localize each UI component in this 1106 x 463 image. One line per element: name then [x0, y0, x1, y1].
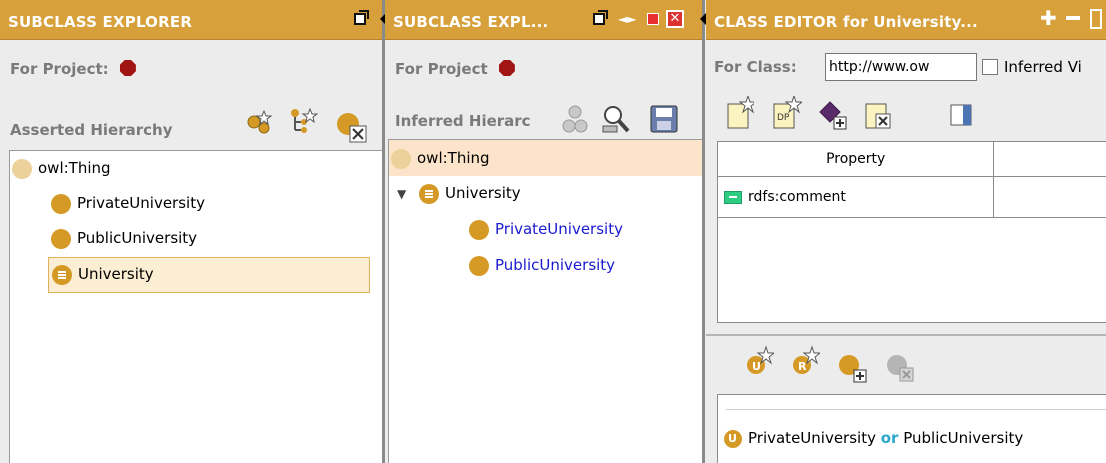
svg-text:DP: DP [777, 113, 790, 123]
resize-arrows-icon[interactable]: ◄► [618, 12, 636, 26]
add-named-class-icon[interactable] [838, 354, 870, 384]
list-divider [726, 409, 1106, 410]
tree-node-owl-thing[interactable]: owl:Thing [12, 155, 111, 181]
table-row[interactable]: rdfs:comment [716, 176, 1106, 218]
for-project-row: For Project: [10, 60, 136, 78]
class-icon [51, 228, 71, 249]
hierarchy-label: Inferred Hierarc [395, 112, 531, 130]
svg-text:U: U [752, 360, 761, 373]
splitter[interactable] [700, 0, 707, 463]
conditions-list: U PrivateUniversity or PublicUniversity [717, 394, 1106, 463]
restore-icon[interactable] [354, 10, 369, 25]
defined-class-icon [52, 264, 72, 285]
disabled-tool-icon[interactable] [561, 104, 589, 134]
class-icon [469, 255, 489, 276]
remove-property-icon[interactable] [864, 100, 894, 132]
union-class-icon: U [724, 429, 742, 448]
defined-class-icon [419, 183, 439, 204]
class-icon [12, 158, 32, 179]
project-hexagon-icon [498, 60, 515, 76]
add-subclass-icon[interactable] [246, 110, 272, 134]
inferred-tree: owl:Thing ▼ University PrivateUniversity … [388, 139, 702, 463]
for-project-row: For Project [395, 60, 515, 78]
close-icon[interactable]: ✕ [666, 10, 684, 28]
condition-item[interactable]: U PrivateUniversity or PublicUniversity [724, 425, 1023, 451]
remove-condition-icon[interactable] [886, 354, 916, 384]
section-divider [706, 334, 1106, 336]
tree-node-private-university[interactable]: PrivateUniversity [469, 216, 623, 242]
view-toggle-icon[interactable] [950, 104, 974, 128]
panel-titlebar: SUBCLASS EXPLORER [0, 0, 382, 40]
project-hexagon-icon [119, 60, 136, 76]
save-icon[interactable] [649, 104, 679, 134]
property-table: Property rdfs:comment [716, 141, 1106, 218]
tree-node-owl-thing[interactable]: owl:Thing [391, 145, 490, 171]
expand-toggle-icon[interactable]: ▼ [397, 181, 419, 207]
tree-node-public-university[interactable]: PublicUniversity [51, 225, 197, 251]
class-editor-panel: CLASS EDITOR for University... ✚ For Cla… [706, 0, 1106, 463]
svg-text:R: R [798, 360, 807, 373]
panel-title: SUBCLASS EXPL... [393, 13, 549, 31]
panel-titlebar: CLASS EDITOR for University... ✚ [706, 0, 1106, 40]
asserted-tree: owl:Thing PrivateUniversity PublicUniver… [9, 150, 382, 463]
class-uri-field[interactable]: http://www.ow [825, 53, 977, 81]
maximize-icon[interactable] [647, 13, 659, 25]
window-icon[interactable] [1090, 9, 1102, 29]
tree-node-university[interactable]: ▼ University [397, 180, 521, 206]
subclass-explorer-panel: SUBCLASS EXPLORER For Project: Asserted … [0, 0, 382, 463]
create-property-icon[interactable] [726, 96, 754, 130]
search-icon[interactable] [601, 104, 631, 134]
inferred-subclass-explorer-panel: SUBCLASS EXPL... ◄► ✕ For Project Inferr… [385, 0, 702, 463]
class-icon [391, 148, 411, 169]
delete-class-icon[interactable] [336, 112, 368, 144]
for-project-label: For Project [395, 60, 488, 78]
for-class-label: For Class: [714, 58, 797, 76]
create-union-class-icon[interactable]: U [746, 345, 774, 377]
create-restriction-icon[interactable]: R [792, 345, 820, 377]
for-project-label: For Project: [10, 60, 109, 78]
panel-title: CLASS EDITOR for University... [714, 13, 978, 31]
add-icon[interactable]: ✚ [1040, 8, 1057, 28]
tree-node-public-university[interactable]: PublicUniversity [469, 252, 615, 278]
panel-title: SUBCLASS EXPLORER [8, 13, 193, 31]
minimize-icon[interactable] [1066, 16, 1080, 20]
value-column-header[interactable] [993, 141, 1106, 177]
hierarchy-label: Asserted Hierarchy [10, 121, 173, 139]
create-datatype-property-icon[interactable]: DP [772, 96, 802, 130]
add-sibling-icon[interactable] [290, 108, 318, 134]
inferred-view-label: Inferred Vi [1004, 58, 1082, 76]
tree-node-university-selected[interactable]: University [48, 257, 370, 293]
restore-icon[interactable] [593, 10, 608, 25]
value-cell [993, 176, 1106, 218]
annotation-property-icon [724, 190, 742, 204]
class-icon [469, 219, 489, 240]
property-column-header[interactable]: Property [716, 141, 995, 177]
tree-node-private-university[interactable]: PrivateUniversity [51, 190, 205, 216]
panel-titlebar: SUBCLASS EXPL... ◄► ✕ [385, 0, 702, 40]
property-cell: rdfs:comment [716, 176, 995, 218]
inferred-view-checkbox[interactable] [982, 59, 998, 75]
add-property-icon[interactable] [818, 100, 850, 132]
class-icon [51, 193, 71, 214]
